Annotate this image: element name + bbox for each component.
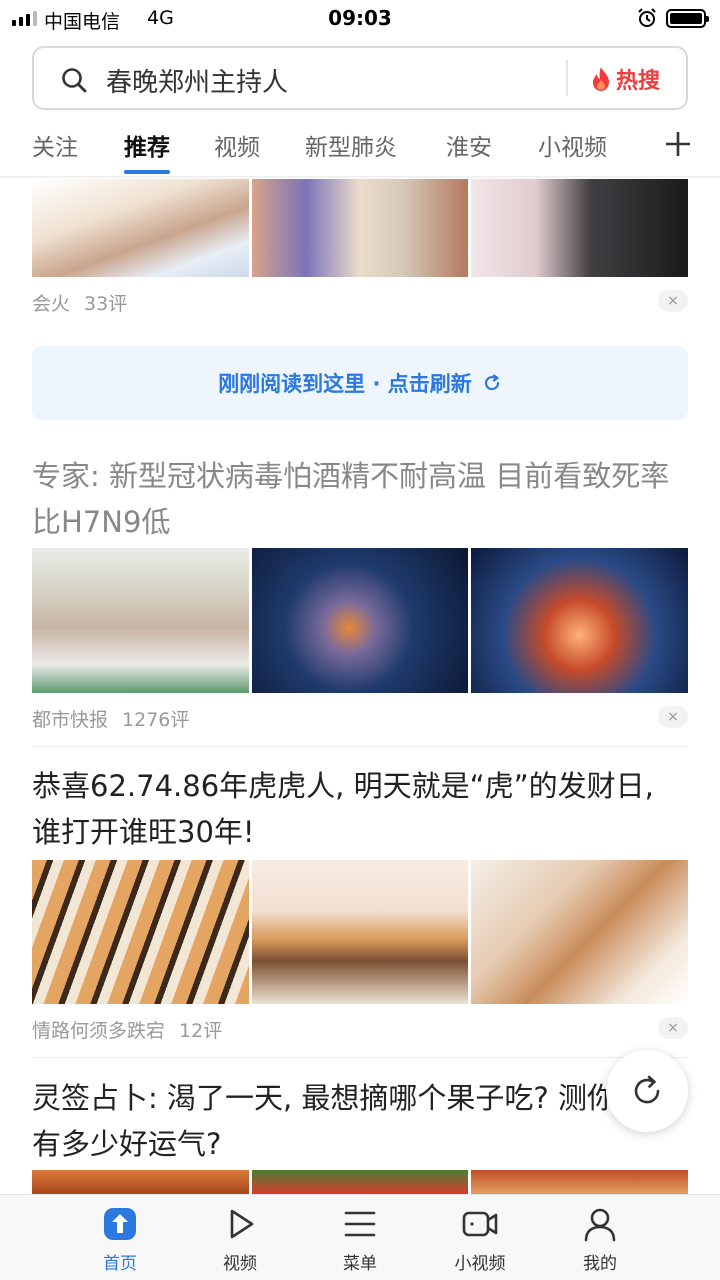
item3-images[interactable] (32, 1170, 689, 1194)
clock: 09:03 (328, 6, 392, 30)
dismiss-button[interactable]: × (658, 706, 688, 728)
news-comments: 33评 (84, 293, 128, 315)
nav-video[interactable]: 视频 (190, 1205, 290, 1274)
news-comments: 12评 (179, 1020, 223, 1042)
item1-meta: 都市快报 1276评 (32, 705, 189, 732)
dismiss-button[interactable]: × (658, 1017, 688, 1039)
news-thumbnail (251, 548, 469, 693)
nav-label: 首页 (103, 1254, 137, 1274)
news-thumbnail (251, 1170, 469, 1194)
search-icon (62, 68, 87, 93)
item0-images[interactable] (32, 179, 689, 277)
news-headline[interactable]: 恭喜62.74.86年虎虎人, 明天就是“虎”的发财日, 谁打开谁旺30年! (32, 763, 688, 855)
news-thumbnail (32, 179, 249, 277)
news-thumbnail (32, 1170, 249, 1194)
feed-divider (32, 1057, 688, 1058)
nav-short-video[interactable]: 小视频 (430, 1205, 530, 1274)
alarm-icon (638, 8, 656, 27)
nav-menu[interactable]: 菜单 (310, 1205, 410, 1274)
tab-recommend[interactable]: 推荐 (124, 128, 170, 162)
item2-meta: 情路何须多跌宕 12评 (32, 1016, 222, 1043)
news-thumbnail (251, 179, 469, 277)
tab-video[interactable]: 视频 (214, 128, 260, 162)
news-thumbnail (471, 179, 689, 277)
search-bar[interactable]: 春晚郑州主持人 热搜 (32, 46, 688, 110)
news-source: 情路何须多跌宕 (32, 1020, 166, 1042)
search-divider (566, 60, 568, 96)
news-source: 会火 (32, 293, 71, 315)
dismiss-button[interactable]: × (658, 290, 688, 312)
tab-follow[interactable]: 关注 (32, 128, 78, 162)
nav-label: 菜单 (343, 1254, 377, 1274)
nav-label: 小视频 (454, 1254, 506, 1274)
news-thumbnail (32, 860, 249, 1004)
play-icon (230, 1209, 254, 1239)
news-source: 都市快报 (32, 709, 109, 731)
news-thumbnail (471, 860, 689, 1004)
refresh-banner-label: 刚刚阅读到这里 · 点击刷新 (218, 372, 472, 396)
tab-short-video[interactable]: 小视频 (538, 128, 607, 162)
nav-label: 我的 (583, 1254, 617, 1274)
nav-profile[interactable]: 我的 (550, 1205, 650, 1274)
tab-huaian[interactable]: 淮安 (446, 128, 492, 162)
active-tab-indicator (124, 170, 170, 174)
channel-tabs: 关注 推荐 视频 新型肺炎 淮安 小视频 (0, 118, 720, 174)
menu-icon (344, 1211, 376, 1237)
floating-refresh-button[interactable] (606, 1050, 688, 1132)
bottom-navigation: 首页 视频 菜单 小视频 我的 (0, 1194, 720, 1280)
news-headline[interactable]: 灵签占卜: 渴了一天, 最想摘哪个果子吃? 测你1月有多少好运气? (32, 1075, 688, 1167)
item1-images[interactable] (32, 548, 689, 693)
home-icon (104, 1208, 136, 1240)
status-bar: 中国电信 4G 09:03 (0, 0, 720, 36)
nav-label: 视频 (223, 1254, 257, 1274)
news-thumbnail (471, 548, 689, 693)
tab-pneumonia[interactable]: 新型肺炎 (305, 128, 397, 162)
battery-icon (666, 9, 709, 28)
camera-icon (462, 1211, 498, 1237)
nav-home[interactable]: 首页 (70, 1205, 170, 1274)
search-input[interactable]: 春晚郑州主持人 (106, 62, 288, 99)
user-icon (584, 1208, 616, 1242)
refresh-icon (634, 1075, 660, 1104)
feed-divider (32, 746, 688, 747)
item0-meta: 会火 33评 (32, 289, 127, 316)
refresh-banner[interactable]: 刚刚阅读到这里 · 点击刷新 (32, 346, 688, 420)
refresh-icon (484, 374, 499, 391)
flame-icon (593, 67, 609, 91)
hot-search-label: 热搜 (616, 69, 661, 94)
news-thumbnail (32, 548, 249, 693)
news-headline[interactable]: 专家: 新型冠状病毒怕酒精不耐高温 目前看致死率比H7N9低 (32, 453, 688, 545)
hot-search-button[interactable]: 热搜 (590, 60, 660, 98)
news-thumbnail (471, 1170, 689, 1194)
add-channel-icon[interactable] (664, 130, 692, 158)
news-comments: 1276评 (122, 709, 190, 731)
item2-images[interactable] (32, 860, 689, 1004)
news-thumbnail (251, 860, 469, 1004)
